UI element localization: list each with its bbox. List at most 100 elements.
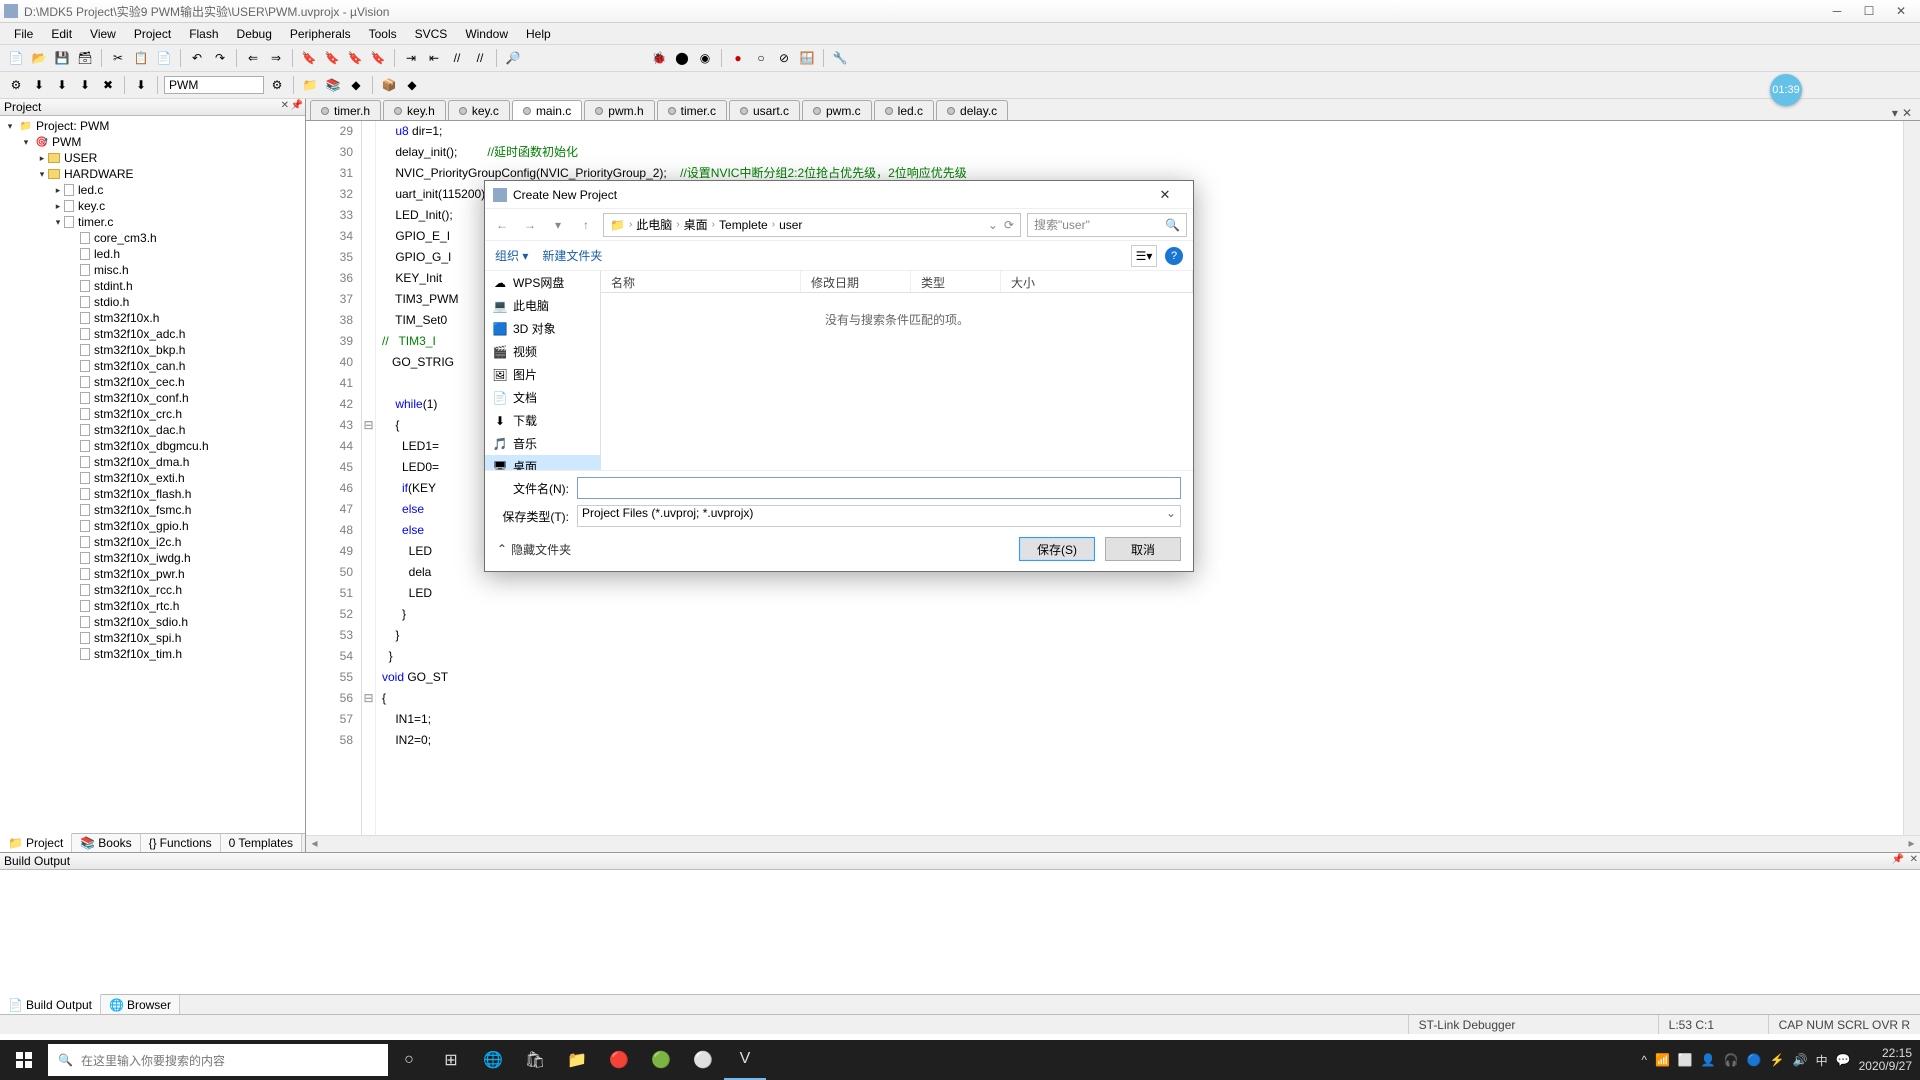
tray-icon[interactable]: ⚡	[1770, 1053, 1785, 1067]
tray-icon[interactable]: 🎧	[1724, 1053, 1739, 1067]
translate-icon[interactable]: ⚙	[6, 75, 26, 95]
bookmark-prev-icon[interactable]: 🔖	[322, 48, 342, 68]
hscroll-right-icon[interactable]: ▸	[1903, 836, 1920, 852]
hide-folders-toggle[interactable]: ⌃隐藏文件夹	[497, 541, 571, 558]
bookmark-next-icon[interactable]: 🔖	[345, 48, 365, 68]
build-icon[interactable]: ⬇	[29, 75, 49, 95]
clock[interactable]: 22:15 2020/9/27	[1859, 1047, 1912, 1073]
tree-file[interactable]: stm32f10x_sdio.h	[2, 614, 303, 630]
tab-books[interactable]: 📚Books	[72, 834, 140, 852]
undo-icon[interactable]: ↶	[187, 48, 207, 68]
uvision-task-icon[interactable]: V	[724, 1040, 766, 1080]
kill-bp-icon[interactable]: ⊘	[774, 48, 794, 68]
chrome-icon[interactable]: 🟢	[640, 1040, 682, 1080]
file-tab[interactable]: pwm.h	[584, 100, 654, 120]
menu-flash[interactable]: Flash	[181, 25, 226, 43]
tree-file[interactable]: stm32f10x_cec.h	[2, 374, 303, 390]
menu-peripherals[interactable]: Peripherals	[282, 25, 359, 43]
tab-templates[interactable]: 0Templates	[221, 834, 302, 852]
bookmark-clear-icon[interactable]: 🔖	[368, 48, 388, 68]
app-icon[interactable]: 🔴	[598, 1040, 640, 1080]
tree-file[interactable]: led.h	[2, 246, 303, 262]
crumb-thispc[interactable]: 此电脑	[636, 216, 672, 233]
dialog-search[interactable]: 搜索"user" 🔍	[1027, 213, 1187, 237]
filetype-select[interactable]: Project Files (*.uvproj; *.uvprojx)⌄	[577, 505, 1181, 527]
file-tab[interactable]: main.c	[512, 100, 582, 121]
breadcrumb[interactable]: 📁 › 此电脑 › 桌面 › Templete › user ⌄ ⟳	[603, 213, 1021, 237]
insert-bp-icon[interactable]: ◉	[695, 48, 715, 68]
tray-icon[interactable]: 👤	[1701, 1053, 1716, 1067]
stop-build-icon[interactable]: ✖	[98, 75, 118, 95]
place-item[interactable]: 💻此电脑	[485, 294, 600, 317]
tab-project[interactable]: 📁Project	[0, 833, 72, 852]
app2-icon[interactable]: ⚪	[682, 1040, 724, 1080]
places-sidebar[interactable]: ☁WPS网盘💻此电脑🟦3D 对象🎬视频🖼图片📄文档⬇下载🎵音乐🖥桌面💽本地磁盘 …	[485, 271, 601, 470]
menu-window[interactable]: Window	[457, 25, 516, 43]
outdent-icon[interactable]: ⇤	[424, 48, 444, 68]
nav-forward-icon[interactable]: →	[519, 214, 541, 236]
help-button[interactable]: ?	[1165, 247, 1183, 265]
menu-help[interactable]: Help	[518, 25, 559, 43]
file-tab[interactable]: key.c	[448, 100, 510, 120]
tree-file[interactable]: stm32f10x_fsmc.h	[2, 502, 303, 518]
tree-file[interactable]: stm32f10x_flash.h	[2, 486, 303, 502]
place-item[interactable]: ☁WPS网盘	[485, 271, 600, 294]
tab-dropdown-icon[interactable]: ▾	[1892, 106, 1898, 120]
tree-file-timer[interactable]: timer.c	[78, 215, 113, 229]
bookmark-icon[interactable]: 🔖	[299, 48, 319, 68]
place-item[interactable]: 📄文档	[485, 386, 600, 409]
copy-icon[interactable]: 📋	[131, 48, 151, 68]
minimize-button[interactable]: ─	[1822, 2, 1852, 20]
paste-icon[interactable]: 📄	[154, 48, 174, 68]
breakpoint-icon[interactable]: ⬤	[672, 48, 692, 68]
start-button[interactable]	[0, 1040, 48, 1080]
menu-edit[interactable]: Edit	[43, 25, 80, 43]
new-folder-button[interactable]: 新建文件夹	[542, 247, 602, 264]
refresh-icon[interactable]: ⟳	[1004, 218, 1014, 232]
taskbar-search[interactable]: 🔍 在这里输入你要搜索的内容	[48, 1044, 388, 1076]
save-icon[interactable]: 💾	[52, 48, 72, 68]
nav-dropdown-icon[interactable]: ▾	[547, 214, 569, 236]
file-list[interactable]: 名称 修改日期 类型 大小 没有与搜索条件匹配的项。	[601, 271, 1193, 470]
place-item[interactable]: 🟦3D 对象	[485, 317, 600, 340]
panel-close-icon[interactable]: ✕	[281, 100, 289, 111]
nav-back-icon[interactable]: ←	[491, 214, 513, 236]
window-icon[interactable]: 🪟	[797, 48, 817, 68]
config-icon[interactable]: 🔧	[830, 48, 850, 68]
find-icon[interactable]: 🔎	[503, 48, 523, 68]
menu-file[interactable]: File	[6, 25, 41, 43]
crumb-user[interactable]: user	[779, 218, 802, 232]
place-item[interactable]: 🎵音乐	[485, 432, 600, 455]
record-icon[interactable]: ●	[728, 48, 748, 68]
horizontal-scrollbar[interactable]	[323, 836, 1903, 852]
tree-file[interactable]: stm32f10x_pwr.h	[2, 566, 303, 582]
batch-build-icon[interactable]: ⬇	[75, 75, 95, 95]
tree-file[interactable]: stm32f10x_bkp.h	[2, 342, 303, 358]
volume-icon[interactable]: 🔊	[1793, 1053, 1808, 1067]
redo-icon[interactable]: ↷	[210, 48, 230, 68]
menu-svcs[interactable]: SVCS	[407, 25, 456, 43]
indent-icon[interactable]: ⇥	[401, 48, 421, 68]
organize-button[interactable]: 组织 ▾	[495, 247, 528, 264]
crumb-desktop[interactable]: 桌面	[684, 216, 708, 233]
edge-icon[interactable]: 🌐	[472, 1040, 514, 1080]
tree-root[interactable]: Project: PWM	[36, 119, 109, 133]
fold-column[interactable]: ⊟⊟	[362, 121, 376, 835]
tree-file[interactable]: stm32f10x_dac.h	[2, 422, 303, 438]
books-icon[interactable]: 📚	[323, 75, 343, 95]
breadcrumb-dropdown-icon[interactable]: ⌄	[988, 218, 998, 232]
tree-file[interactable]: stm32f10x_i2c.h	[2, 534, 303, 550]
download-icon[interactable]: ⬇	[131, 75, 151, 95]
tab-browser[interactable]: 🌐Browser	[101, 995, 180, 1014]
place-item[interactable]: ⬇下载	[485, 409, 600, 432]
wifi-icon[interactable]: 📶	[1655, 1053, 1670, 1067]
file-tab[interactable]: usart.c	[729, 100, 800, 120]
tree-file[interactable]: stm32f10x_crc.h	[2, 406, 303, 422]
disable-bp-icon[interactable]: ○	[751, 48, 771, 68]
tree-file[interactable]: stdio.h	[2, 294, 303, 310]
cut-icon[interactable]: ✂	[108, 48, 128, 68]
store-icon[interactable]: 🛍	[514, 1040, 556, 1080]
tree-file[interactable]: misc.h	[2, 262, 303, 278]
menu-debug[interactable]: Debug	[229, 25, 280, 43]
tree-file[interactable]: stm32f10x_dbgmcu.h	[2, 438, 303, 454]
